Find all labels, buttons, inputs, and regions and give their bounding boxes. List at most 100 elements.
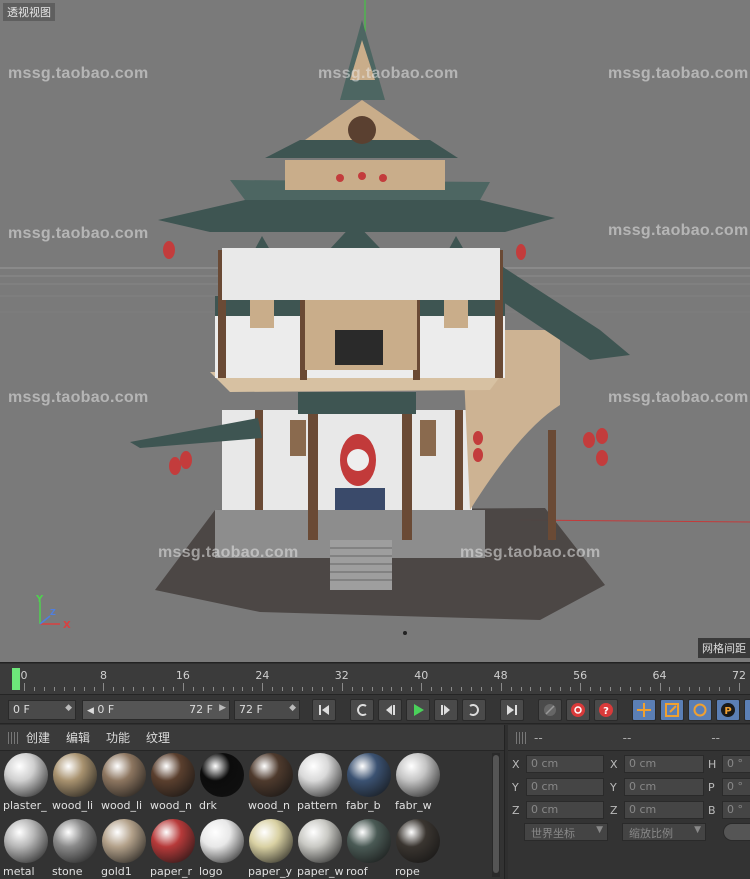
coordinate-field[interactable]: 0 ° <box>722 801 750 819</box>
go-to-end-button[interactable] <box>500 699 524 721</box>
timeline-tick-mark <box>24 683 25 691</box>
record-disabled-button[interactable] <box>538 699 562 721</box>
timeline-subtick <box>311 687 313 691</box>
perspective-viewport[interactable]: 透视视图 mssg.taobao.com mssg.taobao.com mss… <box>0 0 750 663</box>
timeline-subtick <box>302 687 304 691</box>
coordinate-field[interactable]: 0 cm <box>624 778 704 796</box>
timeline-subtick <box>232 687 234 691</box>
material-swatch[interactable]: wood_li <box>101 753 147 813</box>
material-swatch[interactable]: stone <box>52 819 98 879</box>
step-forward-button[interactable] <box>434 699 458 721</box>
material-preview-icon <box>53 753 97 797</box>
coordinate-field[interactable]: 0 cm <box>526 778 604 796</box>
current-frame-field[interactable]: 0 F ◆ <box>8 700 76 720</box>
material-name: stone <box>52 865 83 878</box>
coordinate-field[interactable]: 0 cm <box>624 801 704 819</box>
material-swatch[interactable]: metal <box>3 819 49 879</box>
material-menu-bar: 创建 编辑 功能 纹理 <box>0 725 504 751</box>
step-back-button[interactable] <box>378 699 402 721</box>
timeline-subtick <box>143 687 145 691</box>
record-key-button[interactable] <box>566 699 590 721</box>
material-preview-icon <box>151 819 195 863</box>
end-frame-field[interactable]: 72 F ◆ <box>234 700 300 720</box>
coordinate-field[interactable]: 0 ° <box>722 755 750 773</box>
timeline-tick-label: 32 <box>334 669 349 682</box>
menu-create[interactable]: 创建 <box>26 729 50 746</box>
chevron-right-icon[interactable]: ▶ <box>219 703 226 713</box>
coordinate-axis-label: Y <box>512 781 519 794</box>
go-to-start-button[interactable] <box>312 699 336 721</box>
material-swatch[interactable]: rope <box>395 819 441 879</box>
menu-function[interactable]: 功能 <box>106 729 130 746</box>
apply-button[interactable] <box>723 823 750 841</box>
auto-key-button[interactable]: ? <box>594 699 618 721</box>
timeline-subtick <box>460 687 462 691</box>
material-swatch[interactable]: wood_li <box>52 753 98 813</box>
timeline-subtick <box>639 687 641 691</box>
position-key-button[interactable]: P <box>716 699 740 721</box>
next-key-button[interactable] <box>462 699 486 721</box>
grip-icon[interactable] <box>516 731 526 744</box>
timeline-subtick <box>649 687 651 691</box>
material-swatch[interactable]: plaster_ <box>3 753 49 813</box>
scale-icon <box>665 703 679 717</box>
watermark: mssg.taobao.com <box>8 65 149 82</box>
coordinates-header: -- -- -- <box>508 725 750 751</box>
material-scrollbar[interactable] <box>492 753 500 877</box>
timeline-ruler[interactable]: 0 8 16 24 32 40 48 56 64 72 <box>0 664 750 694</box>
more-key-button[interactable] <box>744 699 750 721</box>
menu-edit[interactable]: 编辑 <box>66 729 90 746</box>
timeline-subtick <box>510 687 512 691</box>
svg-text:?: ? <box>603 706 609 717</box>
scale-mode-dropdown[interactable]: 缩放比例 ▼ <box>622 823 706 841</box>
material-swatch[interactable]: fabr_b <box>346 753 392 813</box>
material-swatch[interactable]: roof <box>346 819 392 879</box>
viewport-label[interactable]: 透视视图 <box>3 3 55 21</box>
material-swatch[interactable]: gold1 <box>101 819 147 879</box>
material-swatch[interactable]: drk <box>199 753 245 813</box>
timeline-subtick <box>451 687 452 691</box>
timeline-subtick <box>619 687 621 691</box>
scale-key-button[interactable] <box>660 699 684 721</box>
coordinate-field[interactable]: 0 cm <box>624 755 704 773</box>
timeline-subtick <box>689 687 691 691</box>
timeline-subtick <box>351 687 353 691</box>
timeline-subtick <box>629 687 631 691</box>
rotate-key-button[interactable] <box>688 699 712 721</box>
timeline-subtick <box>192 687 194 691</box>
stepper-icon[interactable]: ◆ <box>65 703 72 713</box>
coordinate-field[interactable]: 0 cm <box>526 755 604 773</box>
timeline-subtick <box>669 687 671 691</box>
chevron-left-icon[interactable]: ◀ <box>87 706 94 716</box>
timeline-tick-label: 24 <box>255 669 270 682</box>
frame-range-slider[interactable]: ◀ 0 F 72 F ▶ <box>82 700 230 720</box>
previous-key-button[interactable] <box>350 699 374 721</box>
material-swatch[interactable]: pattern <box>297 753 343 813</box>
play-button[interactable] <box>406 699 430 721</box>
coordinate-field[interactable]: 0 ° <box>722 778 750 796</box>
material-swatch[interactable]: paper_y <box>248 819 294 879</box>
coordinate-space-dropdown[interactable]: 世界坐标 ▼ <box>524 823 608 841</box>
move-key-button[interactable] <box>632 699 656 721</box>
stepper-icon[interactable]: ◆ <box>289 703 296 713</box>
material-swatch[interactable]: paper_w <box>297 819 343 879</box>
playhead[interactable] <box>12 668 20 690</box>
material-swatch[interactable]: wood_n <box>248 753 294 813</box>
scroll-thumb[interactable] <box>493 755 499 873</box>
timeline-tick-mark <box>659 683 661 691</box>
timeline-subtick <box>609 687 611 691</box>
coordinate-axis-label: Y <box>610 781 617 794</box>
material-swatch[interactable]: wood_n <box>150 753 196 813</box>
menu-texture[interactable]: 纹理 <box>146 729 170 746</box>
material-swatch[interactable]: paper_r <box>150 819 196 879</box>
material-swatch[interactable]: fabr_w <box>395 753 441 813</box>
timeline-subtick <box>401 687 403 691</box>
watermark: mssg.taobao.com <box>8 225 149 242</box>
material-swatch[interactable]: logo <box>199 819 245 879</box>
material-name: rope <box>395 865 420 878</box>
timeline-subtick <box>381 687 383 691</box>
grip-icon[interactable] <box>8 731 18 744</box>
coordinate-field[interactable]: 0 cm <box>526 801 604 819</box>
material-name: metal <box>3 865 35 878</box>
timeline-subtick <box>242 687 244 691</box>
